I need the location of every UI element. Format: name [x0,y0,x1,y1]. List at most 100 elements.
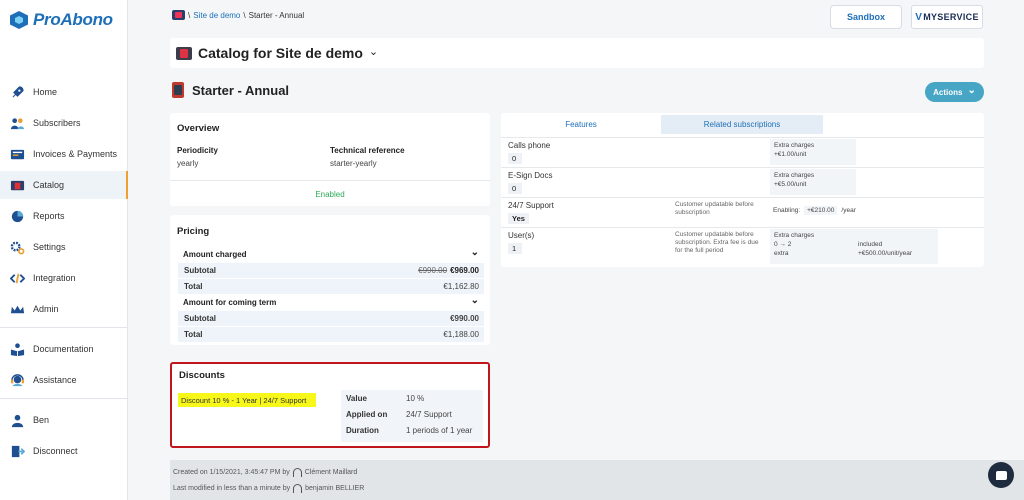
discounts-title: Discounts [179,370,225,381]
sidebar-item-label: Assistance [33,375,77,385]
sidebar-item-label: Integration [33,273,76,283]
sidebar-item-catalog[interactable]: Catalog [0,171,128,199]
sidebar-item-settings[interactable]: Settings [0,233,128,261]
sidebar-item-reports[interactable]: Reports [0,202,128,230]
breadcrumb-current: Starter - Annual [248,10,305,20]
sidebar-item-assistance[interactable]: Assistance [0,366,128,394]
sidebar-item-label: Subscribers [33,118,81,128]
app-name: ProAbono [33,10,113,29]
sidebar-item-user[interactable]: Ben [0,406,128,434]
table-row: Subtotal €990.00 €969.00 [178,263,484,278]
sidebar-item-admin[interactable]: Admin [0,295,128,323]
sidebar-divider [0,398,128,399]
tier-range: 0 → 2 [774,241,792,248]
app-logo[interactable]: ProAbono [10,10,113,30]
enabling-fee: Enabling: +€210.00 /year [773,206,856,215]
coming-total-value: €1,188.00 [443,330,479,339]
extra-charges-value: +€5.00/unit [774,181,807,188]
breadcrumb-site-link[interactable]: Site de demo [193,11,240,20]
account-logo[interactable]: V MYSERVICE [911,5,983,29]
sidebar-item-documentation[interactable]: Documentation [0,335,128,363]
sidebar-item-subscribers[interactable]: Subscribers [0,109,128,137]
enabling-label: Enabling: [773,207,801,214]
discount-duration: 1 periods of 1 year [406,426,473,435]
account-logo-mark: V [915,11,923,23]
coming-term-toggle[interactable]: Amount for coming term ⌄ [178,295,484,310]
extra-charges-label: Extra charges [774,232,815,239]
extra-charges: Extra charges +€5.00/unit [770,169,856,195]
actions-label: Actions [933,87,963,97]
tab-related-subscriptions[interactable]: Related subscriptions [661,115,823,134]
feature-note: Customer updatable before subscription. … [675,231,759,254]
amount-charged-toggle[interactable]: Amount charged ⌄ [178,247,484,262]
discount-value-label: Value [346,394,367,403]
sidebar-item-home[interactable]: Home [0,78,128,106]
catalog-title: Catalog for Site de demo [198,45,363,61]
subtotal-old-price: €990.00 [418,266,448,275]
discount-duration-label: Duration [346,426,379,435]
catalog-selector[interactable]: Catalog for Site de demo ⌄ [170,38,984,68]
subtotal-new-price: €969.00 [450,266,479,275]
feature-quantity: Yes [508,213,529,224]
plan-icon [172,82,184,98]
page-title-row: Starter - Annual [172,82,289,98]
chevron-down-icon: ⌄ [470,295,479,306]
divider [170,180,490,181]
sidebar-item-label: Settings [33,242,66,252]
total-value: €1,162.80 [443,282,479,291]
amount-charged-label: Amount charged [183,250,247,259]
coming-term-label: Amount for coming term [183,298,277,307]
discount-name[interactable]: Discount 10 % - 1 Year | 24/7 Support [178,393,316,407]
modified-label: Last modified in less than a minute by [173,485,291,492]
feature-name: E-Sign Docs [508,171,553,180]
tier-row: 0 → 2 included [774,240,934,249]
features-card: Features Related subscriptions Calls pho… [501,113,984,267]
user-icon [10,413,25,428]
crown-icon [10,302,25,317]
created-label: Created on 1/15/2021, 3:45:47 PM by [173,469,290,476]
enabling-value: +€210.00 [804,206,838,215]
tier-value: +€500.00/unit/year [858,250,913,257]
book-icon [10,342,25,357]
tier-range: extra [774,250,789,257]
sidebar-item-label: Disconnect [33,446,78,456]
total-label: Total [184,282,203,291]
subtotal-label: Subtotal [184,266,216,275]
periodicity-value: yearly [177,159,199,168]
catalog-icon [176,46,192,60]
status-badge: Enabled [315,190,345,199]
sandbox-button[interactable]: Sandbox [830,5,902,29]
page-title: Starter - Annual [192,82,290,98]
feature-row: 24/7 Support Yes Customer updatable befo… [501,197,984,227]
actions-button[interactable]: Actions ⌄ [925,82,984,102]
chevron-down-icon: ⌄ [967,84,976,96]
logout-icon [10,444,25,459]
breadcrumb-separator: \ [243,10,246,20]
created-by: Clément Maillard [304,469,358,476]
coming-subtotal-label: Subtotal [184,314,216,323]
modified-by: benjamin BELLIER [305,485,365,492]
sidebar-item-integration[interactable]: Integration [0,264,128,292]
tab-features[interactable]: Features [501,115,661,134]
headset-icon [10,373,25,388]
overview-title: Overview [177,123,220,134]
proabono-logo-icon [10,11,28,29]
modified-info: Last modified in less than a minute by b… [173,484,364,493]
feature-row: E-Sign Docs 0 Extra charges +€5.00/unit [501,167,984,197]
audit-footer: Created on 1/15/2021, 3:45:47 PM by Clém… [170,460,1024,500]
sidebar-item-label: Home [33,87,58,97]
feature-quantity: 0 [508,153,522,164]
tier-value: included [858,241,883,248]
chevron-down-icon: ⌄ [368,45,379,58]
chat-button[interactable] [988,462,1014,488]
coming-total-label: Total [184,330,203,339]
sidebar-item-invoices[interactable]: Invoices & Payments [0,140,128,168]
sidebar-item-label: Ben [33,415,50,425]
headset-icon [293,484,303,493]
users-icon [10,116,25,131]
sidebar-item-disconnect[interactable]: Disconnect [0,437,128,465]
feature-name: 24/7 Support [508,201,554,210]
sidebar-item-label: Admin [33,304,59,314]
techref-value: starter-yearly [330,159,377,168]
pricing-card: Pricing Amount charged ⌄ Subtotal €990.0… [170,215,490,345]
